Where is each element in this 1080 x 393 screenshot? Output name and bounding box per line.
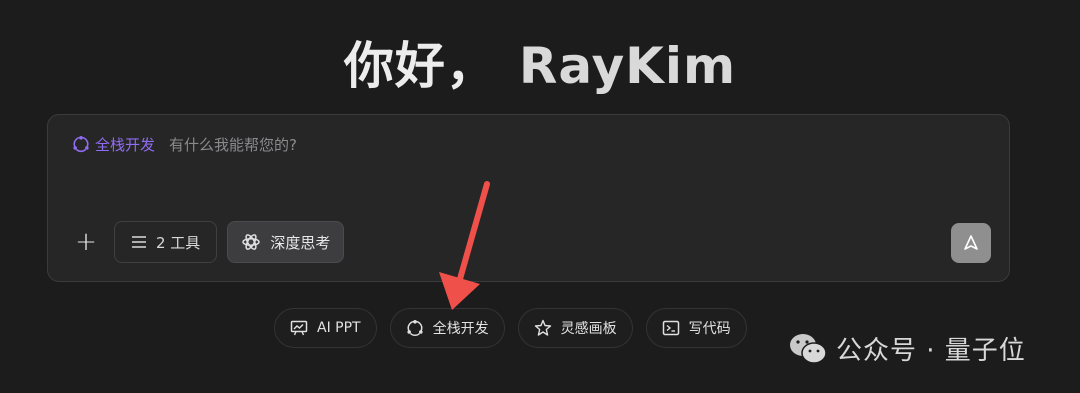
chip-label: AI PPT <box>317 320 361 336</box>
chip-ai-ppt[interactable]: AI PPT <box>274 308 377 348</box>
deep-think-button[interactable]: 深度思考 <box>227 221 345 263</box>
watermark-text: 公众号 · 量子位 <box>836 336 1026 366</box>
deep-think-label: 深度思考 <box>270 233 331 252</box>
fullstack-icon <box>406 320 423 336</box>
chip-write-code[interactable]: 写代码 <box>645 308 747 348</box>
send-arrow-icon <box>964 235 978 250</box>
tools-button-label: 2 工具 <box>156 233 201 252</box>
presentation-icon <box>290 320 308 336</box>
chip-fullstack[interactable]: 全栈开发 <box>389 308 505 348</box>
fullstack-icon <box>73 136 89 153</box>
send-button[interactable] <box>951 223 991 263</box>
deep-think-icon <box>242 234 261 250</box>
greeting-title: 你好， RayKim <box>0 26 1080 98</box>
chip-label: 灵感画板 <box>560 321 617 337</box>
chat-input-placeholder[interactable]: 有什么我能帮您的? <box>169 134 297 155</box>
chat-input-box[interactable]: 全栈开发 有什么我能帮您的? + 2 工具 深度思考 <box>47 114 1010 282</box>
inspiration-icon <box>534 319 551 336</box>
greeting-hello: 你好， <box>343 37 497 95</box>
terminal-icon <box>662 320 679 336</box>
chat-toolbar: + 2 工具 深度思考 <box>66 220 354 264</box>
wechat-watermark: 公众号 · 量子位 <box>788 330 1026 367</box>
mode-tag-label: 全栈开发 <box>95 135 156 154</box>
quick-action-chips: AI PPT 全栈开发 灵感画板 写代码 <box>274 308 760 348</box>
tools-button[interactable]: 2 工具 <box>114 221 218 263</box>
add-attachment-button[interactable]: + <box>66 222 106 262</box>
mode-row: 全栈开发 有什么我能帮您的? <box>72 134 297 154</box>
mode-tag-fullstack[interactable]: 全栈开发 <box>72 134 155 155</box>
wechat-icon <box>790 333 827 364</box>
chip-inspiration-board[interactable]: 灵感画板 <box>517 308 633 348</box>
menu-lines-icon <box>132 236 146 248</box>
greeting-username: RayKim <box>518 37 737 95</box>
chip-label: 写代码 <box>688 321 731 337</box>
chip-label: 全栈开发 <box>432 321 489 337</box>
page: 你好， RayKim 全栈开发 有什么我能帮您的? + 2 工具 深度思考 AI… <box>0 0 1080 393</box>
